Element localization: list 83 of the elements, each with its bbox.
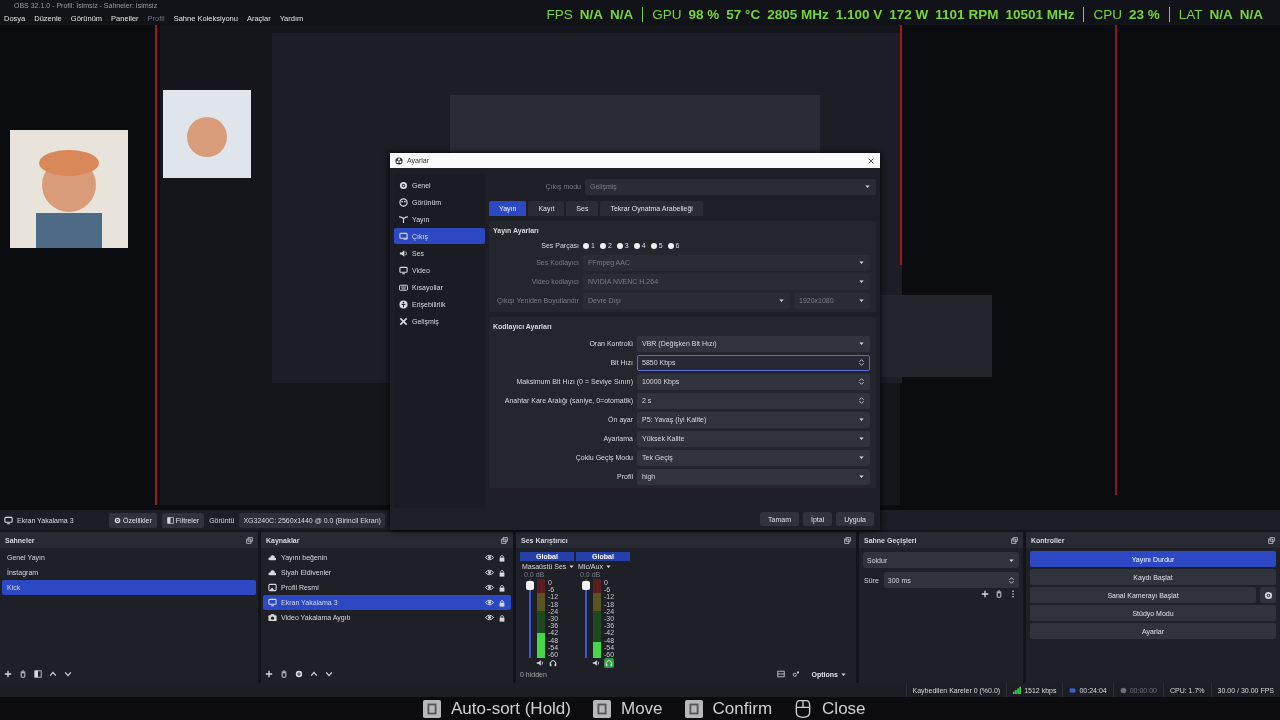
gear-icon [1263,590,1273,600]
caret-icon [840,670,847,678]
stream-icon [1069,686,1077,694]
image-icon [268,583,277,592]
undock-icon [1268,536,1275,544]
monitor-icon [399,265,408,275]
headphones-icon[interactable] [604,658,614,668]
hint-label: Move [621,698,663,719]
gear-icon [114,516,121,524]
hint-label: Confirm [712,698,773,719]
undock-icon [501,536,508,544]
caret-icon [858,297,865,304]
lock-icon [498,598,506,607]
eye-icon [485,553,494,562]
down-caret-icon[interactable] [64,670,72,678]
undock-icon [1011,536,1018,544]
key-icon [423,699,441,718]
undock-icon [844,536,851,544]
caret-icon [858,278,865,285]
caret-icon [568,562,576,570]
speaker-icon[interactable] [592,659,600,667]
caret-icon [778,297,785,304]
camera-icon [268,613,277,622]
lock-icon [498,583,506,592]
link-icon[interactable] [791,670,800,678]
layout-icon[interactable] [776,670,785,678]
down-caret-icon[interactable] [325,670,333,678]
close-icon[interactable] [867,156,875,165]
output-monitor-icon [399,231,408,241]
spin-arrows-icon [858,377,865,386]
filter-icon [166,516,174,524]
monitor-icon [4,515,13,525]
filter-icon[interactable] [34,670,42,678]
trash-icon[interactable] [280,670,288,678]
trash-icon[interactable] [995,590,1003,598]
signal-icon [1013,686,1022,694]
antenna-icon [399,214,408,224]
up-caret-icon[interactable] [49,670,57,678]
caret-icon [1008,556,1015,564]
gear-icon [399,180,408,190]
palette-icon [399,197,408,207]
app-logo-icon [395,156,403,165]
eye-icon [485,613,494,622]
caret-icon [858,435,865,442]
caret-icon [858,340,865,347]
lock-icon [498,568,506,577]
lock-icon [498,613,506,622]
key-icon [684,699,703,718]
record-icon [1119,686,1127,694]
gear-icon [295,670,303,678]
undock-icon [246,536,253,544]
spin-arrows-icon [858,396,865,405]
speaker-icon [399,248,408,258]
slider-thumb[interactable] [582,581,590,591]
more-icon[interactable] [1009,590,1017,598]
key-icon [593,699,611,718]
tools-icon [399,316,408,326]
mouse-icon [794,698,813,719]
caret-icon [858,454,865,461]
spin-arrows-icon [1008,575,1015,585]
person-icon [399,299,408,309]
headphones-icon[interactable] [548,658,558,668]
plus-icon[interactable] [265,670,273,678]
caret-icon [858,259,865,266]
plus-icon[interactable] [4,670,12,678]
eye-icon [485,583,494,592]
trash-icon[interactable] [19,670,27,678]
plus-icon[interactable] [981,590,989,598]
caret-icon [858,473,865,480]
up-caret-icon[interactable] [310,670,318,678]
spin-arrows-icon [858,358,865,367]
eye-icon [485,568,494,577]
monitor-icon [268,598,277,607]
settings-button[interactable] [1260,587,1276,603]
caret-icon [858,416,865,423]
speaker-icon[interactable] [536,659,544,667]
keyboard-icon [399,282,408,292]
hint-label: Close [822,698,866,719]
hint-label: Auto-sort (Hold) [451,698,571,719]
caret-icon [864,183,871,190]
slider-thumb[interactable] [526,581,534,591]
eye-icon [485,598,494,607]
lock-icon [498,553,506,562]
